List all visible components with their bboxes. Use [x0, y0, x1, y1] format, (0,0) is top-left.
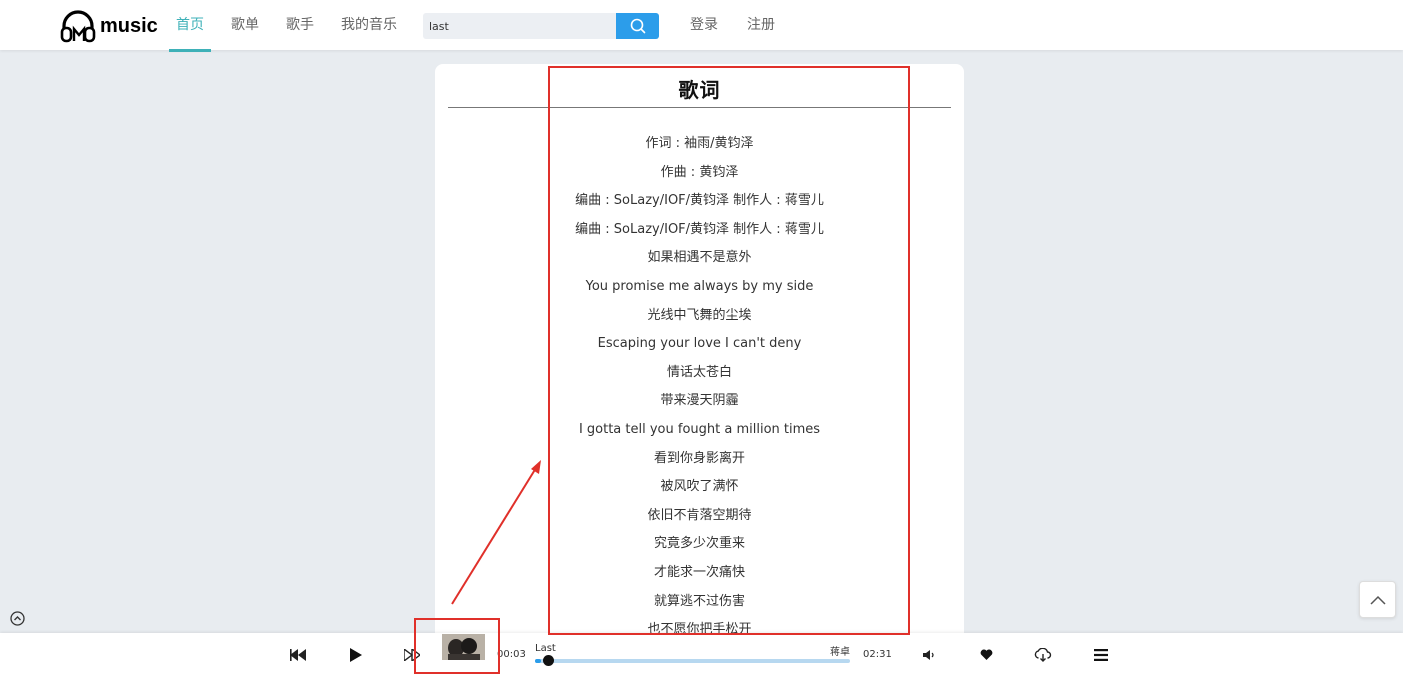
- play-icon: [349, 648, 362, 662]
- annotation-box-lyrics: [548, 66, 910, 635]
- song-title: Last: [535, 643, 556, 654]
- rewind-icon: [290, 649, 306, 661]
- like-button[interactable]: [977, 646, 995, 664]
- progress-knob[interactable]: [542, 655, 554, 666]
- nav-my-music[interactable]: 我的音乐: [334, 0, 404, 50]
- search-bar: [423, 13, 659, 39]
- volume-icon: [923, 650, 934, 660]
- prev-button[interactable]: [289, 646, 307, 664]
- play-button[interactable]: [346, 646, 364, 664]
- annotation-box-cover: [414, 618, 500, 674]
- login-link[interactable]: 登录: [690, 0, 718, 50]
- playlist-button[interactable]: [1092, 646, 1110, 664]
- download-button[interactable]: [1034, 646, 1052, 664]
- progress-fill: [535, 659, 542, 663]
- search-input[interactable]: [423, 13, 616, 39]
- nav-singers[interactable]: 歌手: [279, 0, 321, 50]
- headphones-icon: [60, 10, 96, 43]
- back-to-top-button[interactable]: [1359, 581, 1396, 618]
- total-time: 02:31: [863, 649, 892, 660]
- collapse-player-button[interactable]: [10, 611, 25, 626]
- artist-name: 蒋卓: [830, 647, 850, 658]
- player-bar: 00:03 Last 蒋卓 02:31: [0, 633, 1403, 676]
- current-time: 00:03: [497, 649, 526, 660]
- logo-text: music: [100, 14, 158, 37]
- cloud-download-icon: [1034, 648, 1052, 662]
- heart-icon: [980, 649, 992, 660]
- register-link[interactable]: 注册: [747, 0, 775, 50]
- circle-chevron-up-icon: [10, 611, 25, 626]
- volume-button[interactable]: [920, 646, 938, 664]
- menu-icon: [1094, 649, 1108, 661]
- nav-home[interactable]: 首页: [169, 0, 211, 52]
- auth-links: 登录 注册: [690, 0, 804, 50]
- progress-bar[interactable]: [535, 655, 850, 666]
- logo[interactable]: music: [60, 9, 158, 43]
- nav-playlists[interactable]: 歌单: [224, 0, 266, 50]
- main-nav: 首页 歌单 歌手 我的音乐: [169, 0, 417, 52]
- search-icon: [630, 18, 645, 34]
- top-navbar: music 首页 歌单 歌手 我的音乐 登录 注册: [0, 0, 1403, 52]
- search-button[interactable]: [616, 13, 659, 39]
- chevron-up-icon: [1369, 595, 1386, 605]
